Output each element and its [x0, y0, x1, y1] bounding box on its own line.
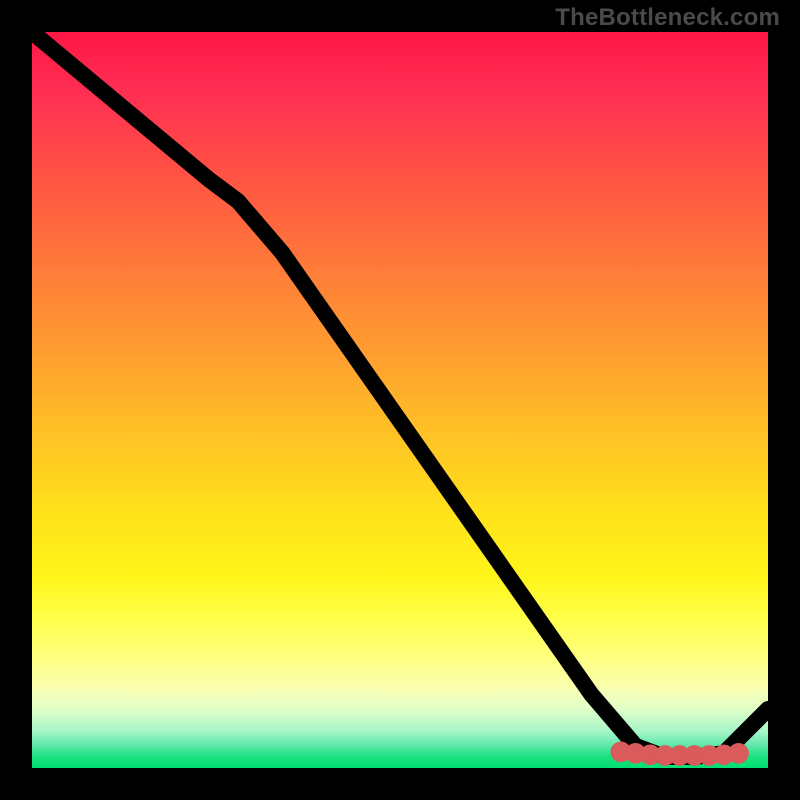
chart-overlay: [32, 32, 768, 768]
watermark-label: TheBottleneck.com: [555, 4, 780, 32]
chart-frame: TheBottleneck.com: [0, 0, 800, 800]
chart-line: [32, 32, 768, 757]
chart-marker-cluster: [614, 745, 745, 762]
chart-marker: [732, 747, 745, 760]
